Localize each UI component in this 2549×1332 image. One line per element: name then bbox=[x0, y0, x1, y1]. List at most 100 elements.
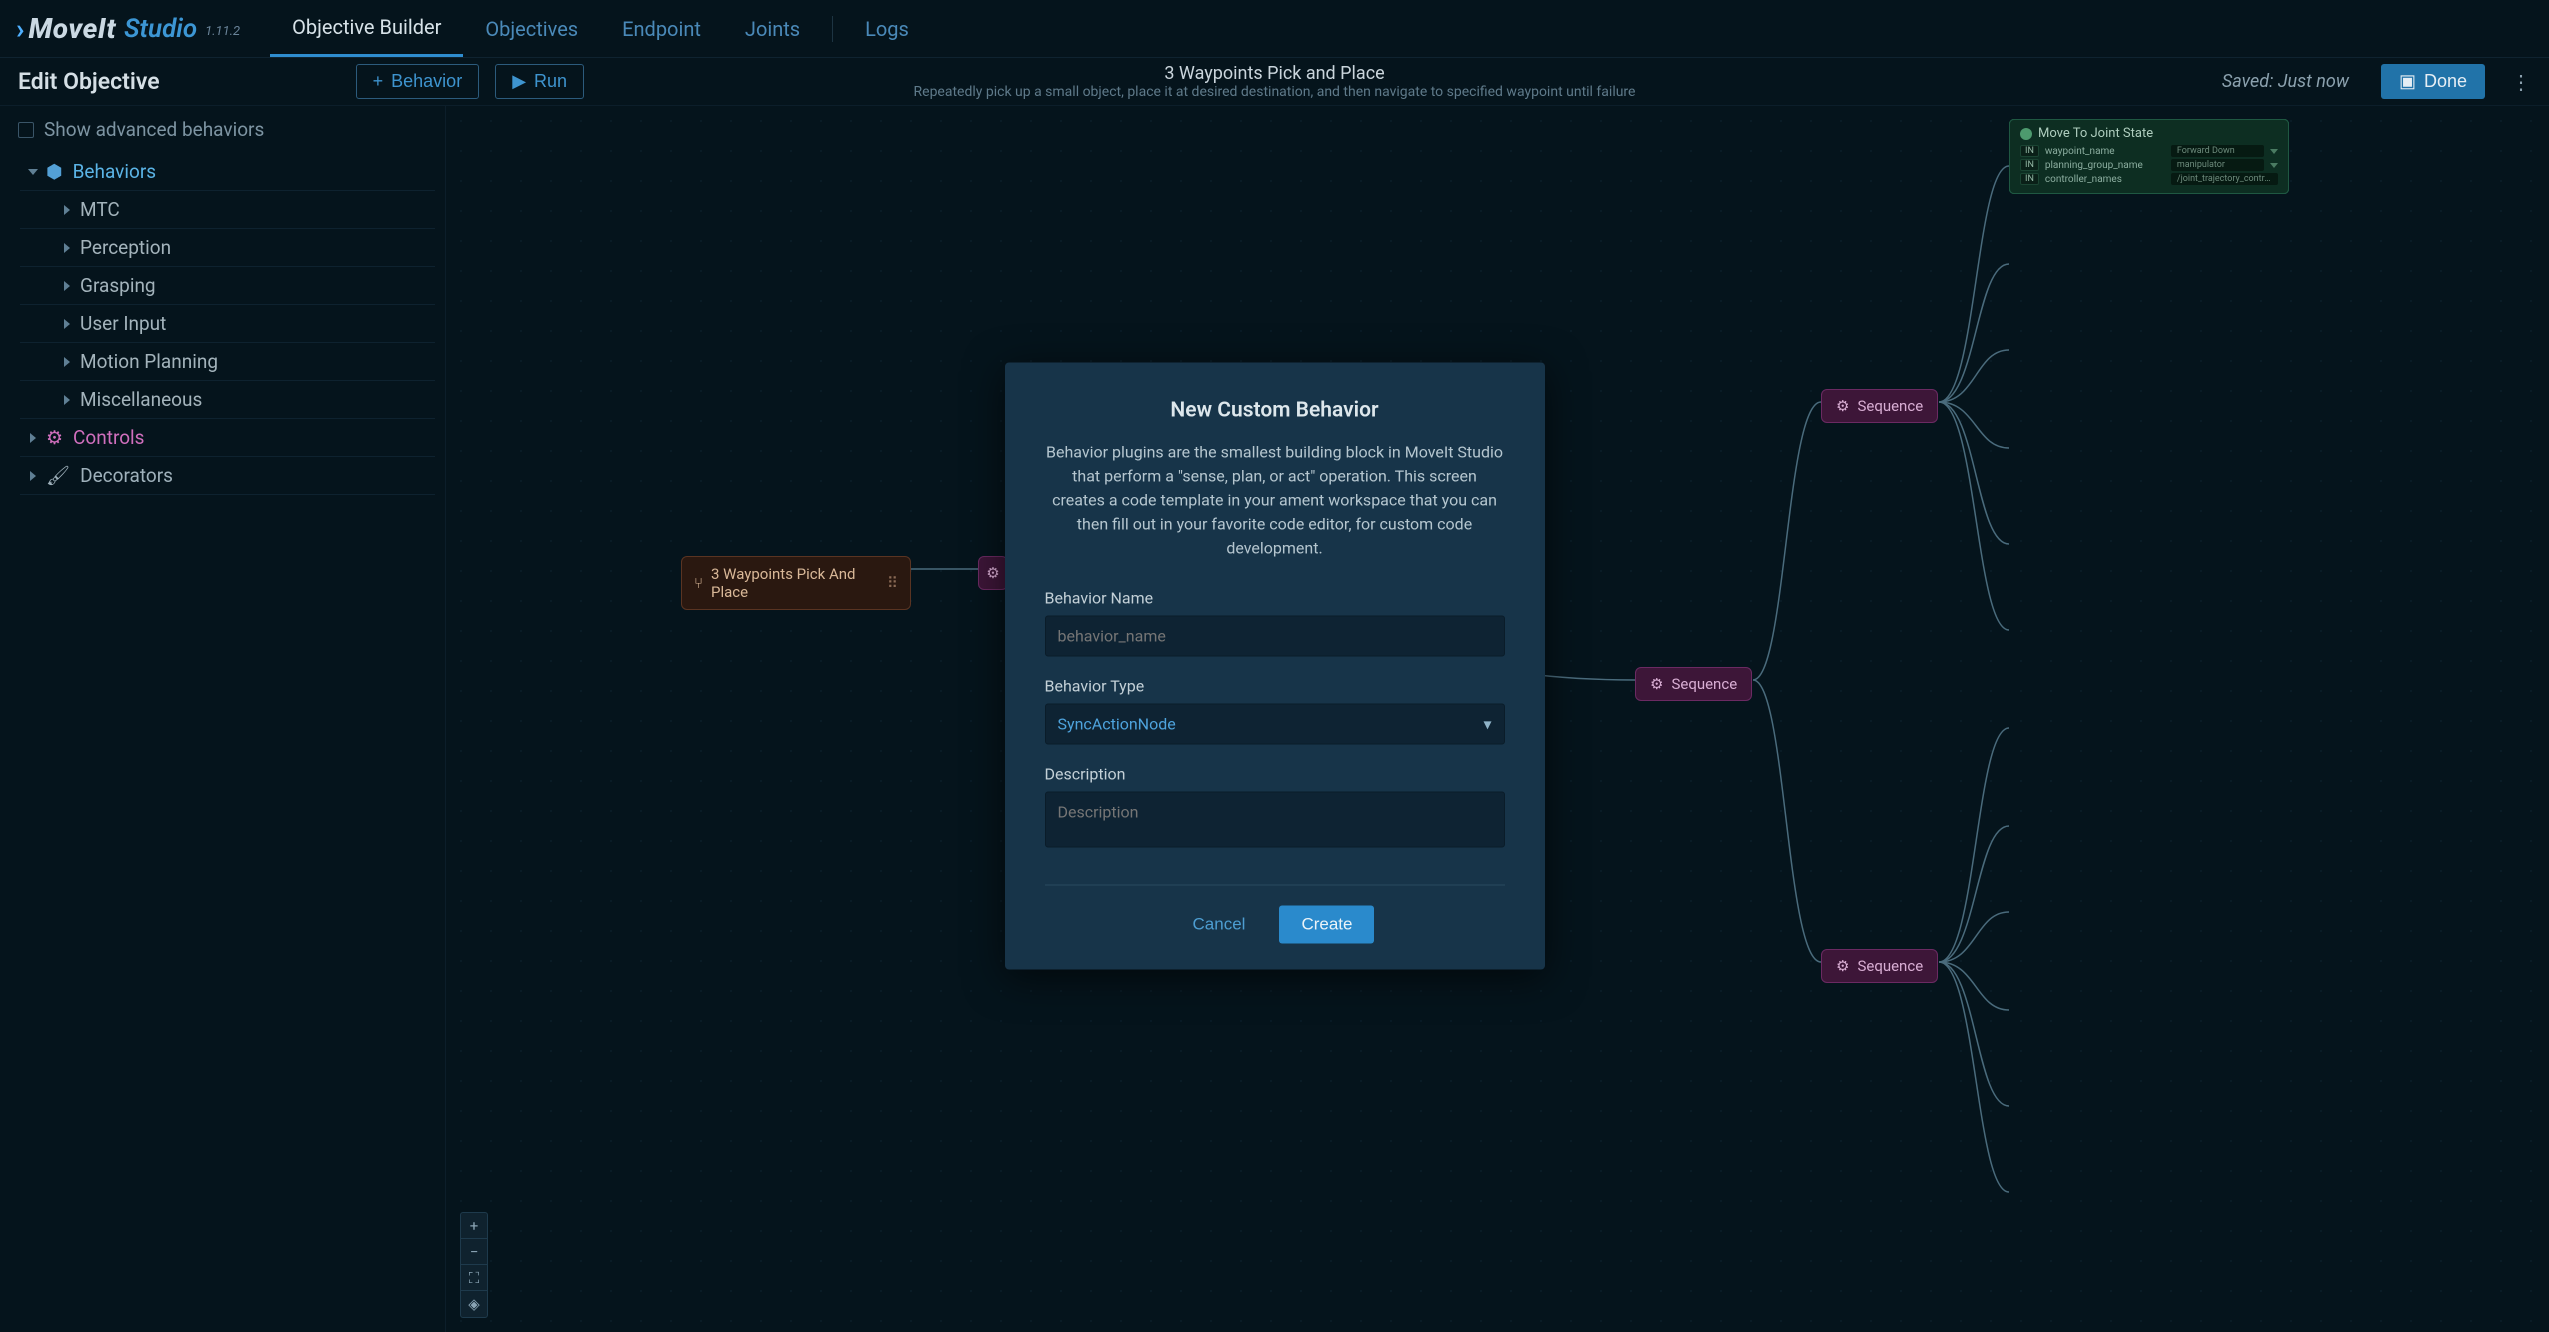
nav-tabs: Objective Builder Objectives Endpoint Jo… bbox=[270, 0, 931, 57]
tree-icon: ⑂ bbox=[694, 574, 703, 592]
caret-right-icon bbox=[64, 357, 70, 367]
group-label: Controls bbox=[73, 426, 144, 449]
root-node[interactable]: ⑂ 3 Waypoints Pick And Place ⠿ bbox=[681, 556, 911, 610]
description-label: Description bbox=[1045, 765, 1505, 784]
objective-subtitle: Repeatedly pick up a small object, place… bbox=[914, 84, 1636, 100]
behavior-tree: ⬢ Behaviors MTC Perception Grasping User… bbox=[0, 153, 445, 495]
zoom-in-button[interactable]: + bbox=[461, 1213, 487, 1239]
more-options-icon[interactable]: ⋮ bbox=[2511, 70, 2531, 94]
dropdown-icon[interactable] bbox=[2270, 149, 2278, 154]
add-behavior-button[interactable]: + Behavior bbox=[356, 64, 480, 99]
group-label: Behaviors bbox=[73, 160, 156, 183]
done-button-label: Done bbox=[2424, 71, 2467, 92]
behavior-name-input[interactable] bbox=[1045, 616, 1505, 657]
zoom-controls: + − ⛶ ◈ bbox=[460, 1212, 488, 1318]
sidebar: Show advanced behaviors ⬢ Behaviors MTC … bbox=[0, 106, 446, 1332]
show-advanced-checkbox[interactable] bbox=[18, 122, 34, 138]
zoom-reset-button[interactable]: ◈ bbox=[461, 1291, 487, 1317]
objective-title: 3 Waypoints Pick and Place bbox=[914, 63, 1636, 84]
done-button[interactable]: ▣ Done bbox=[2381, 64, 2485, 99]
sequence-label: Sequence bbox=[1857, 957, 1923, 975]
root-node-label: 3 Waypoints Pick And Place bbox=[711, 565, 879, 601]
controls-icon: ⚙ bbox=[46, 426, 63, 449]
sequence-node-a[interactable]: ⚙ Sequence bbox=[1821, 389, 1938, 423]
tree-item-label: Motion Planning bbox=[80, 350, 218, 373]
zoom-out-button[interactable]: − bbox=[461, 1239, 487, 1265]
tree-item-label: User Input bbox=[80, 312, 166, 335]
behavior-button-label: Behavior bbox=[391, 71, 462, 92]
brush-icon: 🖌 bbox=[46, 464, 70, 487]
caret-right-icon bbox=[30, 471, 36, 481]
in-badge: IN bbox=[2020, 159, 2039, 171]
behavior-type-select[interactable]: SyncActionNode ▾ bbox=[1045, 704, 1505, 745]
logo-text-2: Studio bbox=[124, 14, 197, 44]
tree-item-grasping[interactable]: Grasping bbox=[20, 267, 435, 305]
plus-icon: + bbox=[373, 71, 384, 92]
tab-endpoint[interactable]: Endpoint bbox=[600, 0, 723, 57]
logo-text-1: MoveIt bbox=[28, 12, 116, 45]
tree-item-motion-planning[interactable]: Motion Planning bbox=[20, 343, 435, 381]
tab-objectives[interactable]: Objectives bbox=[463, 0, 600, 57]
page-title: Edit Objective bbox=[18, 68, 160, 95]
cancel-button[interactable]: Cancel bbox=[1175, 906, 1264, 944]
sequence-label: Sequence bbox=[1857, 397, 1923, 415]
caret-right-icon bbox=[30, 433, 36, 443]
run-button-label: Run bbox=[534, 71, 567, 92]
top-nav: › MoveIt Studio 1.11.2 Objective Builder… bbox=[0, 0, 2549, 58]
gear-icon: ⚙ bbox=[1836, 397, 1849, 415]
behavior-node[interactable]: Move To Joint StateINwaypoint_nameForwar… bbox=[2009, 119, 2289, 194]
param-key: waypoint_name bbox=[2045, 146, 2165, 157]
modal-title: New Custom Behavior bbox=[1045, 399, 1505, 423]
caret-right-icon bbox=[64, 205, 70, 215]
tree-group-controls[interactable]: ⚙ Controls bbox=[20, 419, 435, 457]
modal-divider bbox=[1045, 885, 1505, 886]
sequence-node-main[interactable]: ⚙ Sequence bbox=[1635, 667, 1752, 701]
objective-info: 3 Waypoints Pick and Place Repeatedly pi… bbox=[914, 63, 1636, 100]
tab-logs[interactable]: Logs bbox=[843, 0, 931, 57]
bug-icon: ⬢ bbox=[46, 160, 63, 183]
sequence-node-b[interactable]: ⚙ Sequence bbox=[1821, 949, 1938, 983]
sequence-node-collapsed[interactable]: ⚙ bbox=[978, 556, 1008, 590]
behavior-type-value: SyncActionNode bbox=[1058, 715, 1176, 734]
behavior-name-label: Behavior Name bbox=[1045, 589, 1505, 608]
tree-group-behaviors[interactable]: ⬢ Behaviors bbox=[20, 153, 435, 191]
description-textarea[interactable] bbox=[1045, 792, 1505, 848]
in-badge: IN bbox=[2020, 173, 2039, 185]
chevron-down-icon: ▾ bbox=[1483, 715, 1491, 734]
in-badge: IN bbox=[2020, 145, 2039, 157]
caret-down-icon bbox=[28, 169, 38, 175]
tab-joints[interactable]: Joints bbox=[723, 0, 822, 57]
node-param-row: IN waypoint_name Forward Down bbox=[2020, 145, 2278, 157]
tree-item-perception[interactable]: Perception bbox=[20, 229, 435, 267]
caret-right-icon bbox=[64, 319, 70, 329]
param-value[interactable]: manipulator bbox=[2171, 159, 2264, 171]
dropdown-icon[interactable] bbox=[2270, 163, 2278, 168]
tree-group-decorators[interactable]: 🖌 Decorators bbox=[20, 457, 435, 495]
node-status-icon bbox=[2020, 128, 2032, 140]
modal-description: Behavior plugins are the smallest buildi… bbox=[1045, 441, 1505, 561]
tab-objective-builder[interactable]: Objective Builder bbox=[270, 0, 463, 57]
saved-status: Saved: Just now bbox=[2222, 71, 2349, 92]
behavior-type-label: Behavior Type bbox=[1045, 677, 1505, 696]
param-value[interactable]: Forward Down bbox=[2171, 145, 2264, 157]
modal-actions: Cancel Create bbox=[1045, 906, 1505, 944]
tree-item-mtc[interactable]: MTC bbox=[20, 191, 435, 229]
nav-separator bbox=[832, 16, 833, 42]
param-key: planning_group_name bbox=[2045, 160, 2165, 171]
play-icon: ▶ bbox=[512, 71, 526, 92]
sub-header: Edit Objective + Behavior ▶ Run 3 Waypoi… bbox=[0, 58, 2549, 106]
zoom-fit-button[interactable]: ⛶ bbox=[461, 1265, 487, 1291]
save-icon: ▣ bbox=[2399, 71, 2416, 92]
gear-icon: ⚙ bbox=[1836, 957, 1849, 975]
create-button[interactable]: Create bbox=[1279, 906, 1374, 944]
caret-right-icon bbox=[64, 395, 70, 405]
group-label: Decorators bbox=[80, 464, 173, 487]
gear-icon: ⚙ bbox=[1650, 675, 1663, 693]
param-value[interactable]: /joint_trajectory_controller /ro bbox=[2171, 173, 2278, 185]
grip-icon[interactable]: ⠿ bbox=[887, 574, 898, 592]
tree-item-miscellaneous[interactable]: Miscellaneous bbox=[20, 381, 435, 419]
run-button[interactable]: ▶ Run bbox=[495, 64, 584, 99]
show-advanced-label: Show advanced behaviors bbox=[44, 118, 264, 141]
show-advanced-row[interactable]: Show advanced behaviors bbox=[0, 106, 445, 153]
tree-item-user-input[interactable]: User Input bbox=[20, 305, 435, 343]
